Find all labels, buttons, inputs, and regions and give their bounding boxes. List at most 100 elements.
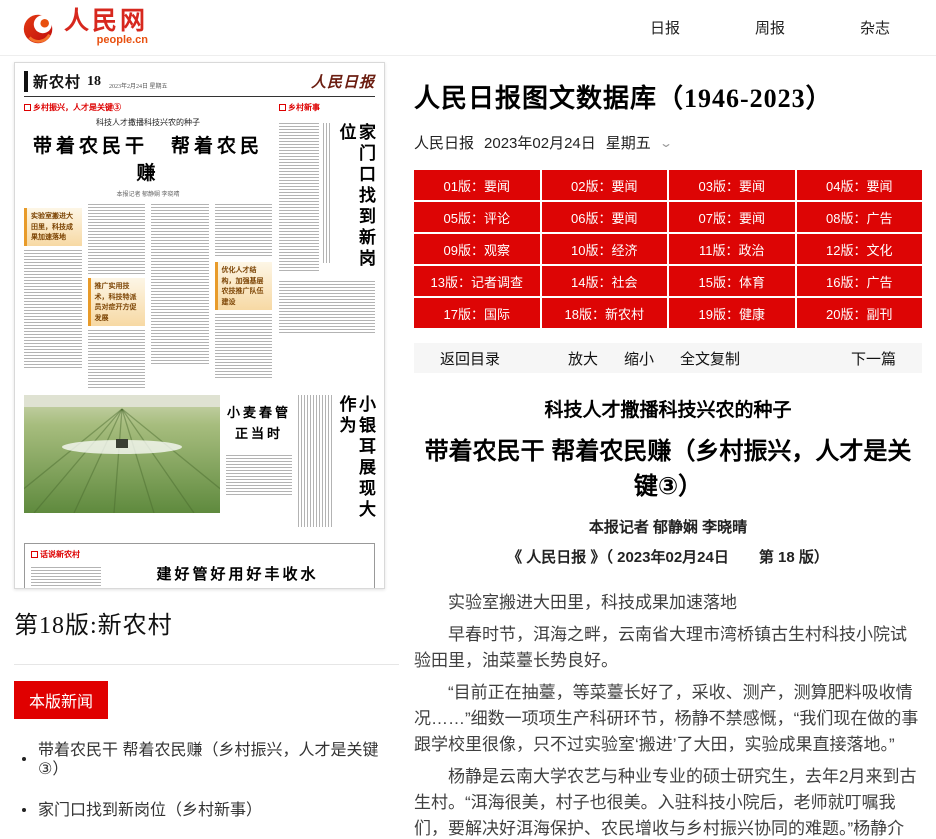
left-column: 新农村 18 2023年2月24日 星期五 人民日报 乡村振兴，人才是关键③ 科… bbox=[14, 56, 414, 839]
paper-section-block: 新农村 18 bbox=[24, 71, 101, 92]
paper-box-label-text: 话说新农村 bbox=[40, 549, 80, 560]
page-cell-label: 05版：评论 bbox=[444, 208, 510, 227]
page-cell[interactable]: 10版：经济 bbox=[542, 234, 668, 264]
page-cell-label: 19版：健康 bbox=[699, 304, 765, 323]
back-to-index-button[interactable]: 返回目录 bbox=[440, 348, 500, 369]
newspaper-page-thumbnail[interactable]: 新农村 18 2023年2月24日 星期五 人民日报 乡村振兴，人才是关键③ 科… bbox=[14, 62, 385, 589]
bullet-icon bbox=[22, 757, 26, 761]
paper-overline: 科技人才撒播科技兴农的种子 bbox=[24, 117, 272, 128]
paper-column: 推广实用技术，科技特派员对症开方促发展 bbox=[88, 204, 146, 388]
page-cell[interactable]: 19版：健康 bbox=[669, 298, 795, 328]
paper-box-headline: 建好管好用好丰收水 bbox=[107, 563, 368, 584]
next-article-button[interactable]: 下一篇 bbox=[851, 348, 896, 369]
page-cell[interactable]: 06版：要闻 bbox=[542, 202, 668, 232]
simulated-text bbox=[151, 204, 209, 364]
page-cell-label: 16版：广告 bbox=[826, 272, 892, 291]
page-cell-label: 10版：经济 bbox=[571, 240, 637, 259]
page-cell-label: 15版：体育 bbox=[699, 272, 765, 291]
paper-masthead-row: 新农村 18 2023年2月24日 星期五 人民日报 bbox=[24, 71, 375, 92]
kicker-icon bbox=[279, 104, 286, 111]
paper-mid-article: 小麦春管 正当时 bbox=[226, 395, 292, 535]
article-paragraph: 早春时节，洱海之畔，云南省大理市湾桥镇古生村科技小院试验田里，油菜薹长势良好。 bbox=[414, 622, 922, 674]
issue-paper: 人民日报 bbox=[414, 132, 474, 153]
paper-vertical-headline-1: 家门口找到新岗位 bbox=[336, 123, 375, 273]
page-cell[interactable]: 03版：要闻 bbox=[669, 170, 795, 200]
paper-date: 2023年2月24日 星期五 bbox=[109, 81, 168, 92]
section-news-badge: 本版新闻 bbox=[14, 681, 108, 719]
news-link[interactable]: 带着农民干 帮着农民赚（乡村振兴，人才是关键③） bbox=[14, 741, 399, 779]
page-cell[interactable]: 16版：广告 bbox=[797, 266, 923, 296]
main-column: 人民日报图文数据库（1946-2023） 人民日报 2023年02月24日 星期… bbox=[414, 56, 922, 839]
page-cell[interactable]: 17版：国际 bbox=[414, 298, 540, 328]
page-cell[interactable]: 18版：新农村 bbox=[542, 298, 668, 328]
page-cell[interactable]: 14版：社会 bbox=[542, 266, 668, 296]
page-index-grid: 01版：要闻 02版：要闻 03版：要闻 04版：要闻 05版：评论 bbox=[414, 170, 922, 328]
paper-main-article: 乡村振兴，人才是关键③ 科技人才撒播科技兴农的种子 带着农民干 帮着农民赚 本报… bbox=[24, 102, 272, 388]
page-caption: 第18版:新农村 bbox=[14, 605, 399, 640]
page-cell[interactable]: 11版：政治 bbox=[669, 234, 795, 264]
page-cell-label: 08版：广告 bbox=[826, 208, 892, 227]
page-cell[interactable]: 13版：记者调查 bbox=[414, 266, 540, 296]
kicker-icon bbox=[24, 104, 31, 111]
simulated-vertical-text bbox=[323, 123, 332, 263]
article-paragraph: 实验室搬进大田里，科技成果加速落地 bbox=[414, 590, 922, 616]
paper-rule bbox=[24, 96, 375, 97]
divider bbox=[14, 664, 399, 665]
simulated-text bbox=[24, 250, 82, 368]
page-cell-label: 12版：文化 bbox=[826, 240, 892, 259]
page-cell[interactable]: 05版：评论 bbox=[414, 202, 540, 232]
page-cell[interactable]: 09版：观察 bbox=[414, 234, 540, 264]
page-cell[interactable]: 02版：要闻 bbox=[542, 170, 668, 200]
page-cell-label: 18版：新农村 bbox=[565, 304, 644, 323]
nav-daily[interactable]: 日报 bbox=[650, 17, 680, 38]
page-cell[interactable]: 15版：体育 bbox=[669, 266, 795, 296]
simulated-vertical-text bbox=[298, 395, 332, 527]
page-cell[interactable]: 08版：广告 bbox=[797, 202, 923, 232]
paper-column bbox=[151, 204, 209, 388]
news-link[interactable]: 家门口找到新岗位（乡村新事） bbox=[14, 801, 399, 820]
article-overline: 科技人才撒播科技兴农的种子 bbox=[414, 395, 922, 422]
page-cell-label: 20版：副刊 bbox=[826, 304, 892, 323]
issue-weekday: 星期五 bbox=[606, 132, 651, 153]
simulated-text bbox=[226, 455, 292, 495]
chevron-down-icon[interactable]: ⌄ bbox=[659, 136, 673, 150]
article-body: 实验室搬进大田里，科技成果加速落地 早春时节，洱海之畔，云南省大理市湾桥镇古生村… bbox=[414, 590, 922, 839]
paper-column: 优化人才结构，加强基层农技推广队伍建设 bbox=[215, 204, 273, 388]
brand-name: 人民网 bbox=[64, 10, 148, 34]
page-cell[interactable]: 12版：文化 bbox=[797, 234, 923, 264]
page-cell[interactable]: 04版：要闻 bbox=[797, 170, 923, 200]
page-news-list: 带着农民干 帮着农民赚（乡村振兴，人才是关键③） 家门口找到新岗位（乡村新事） … bbox=[14, 741, 399, 839]
simulated-text bbox=[279, 123, 319, 273]
simulated-text bbox=[88, 204, 146, 274]
field-photo bbox=[24, 395, 220, 513]
paper-section-name: 新农村 bbox=[33, 71, 81, 92]
paper-right-article-2: 小银耳展现大作为 bbox=[298, 395, 375, 535]
people-cn-logo[interactable]: 人民网 people.cn bbox=[20, 9, 148, 47]
paper-subhead-3: 优化人才结构，加强基层农技推广队伍建设 bbox=[215, 262, 273, 310]
page-cell-label: 09版：观察 bbox=[444, 240, 510, 259]
issue-date-selector[interactable]: 人民日报 2023年02月24日 星期五 ⌄ bbox=[414, 132, 681, 153]
paper-kicker: 乡村振兴，人才是关键③ bbox=[24, 102, 272, 113]
paper-right-article: 乡村新事 家门口找到新岗位 bbox=[279, 102, 375, 388]
paper-kicker-right-label: 乡村新事 bbox=[288, 102, 320, 113]
paper-photo-headline: 小麦春管 正当时 bbox=[226, 403, 292, 445]
simulated-text bbox=[215, 314, 273, 380]
page-cell-label: 13版：记者调查 bbox=[431, 272, 523, 291]
top-nav: 日报 周报 杂志 bbox=[575, 17, 890, 38]
paper-byline: 本报记者 郁静娴 李晓晴 bbox=[24, 189, 272, 198]
paper-bottom-box: 话说新农村 建好管好用好丰收水 bbox=[24, 543, 375, 589]
article-paragraph: 杨静是云南大学农艺与种业专业的硕士研究生，去年2月来到古生村。“洱海很美，村子也… bbox=[414, 764, 922, 839]
nav-weekly[interactable]: 周报 bbox=[755, 17, 785, 38]
article-paragraph: “目前正在抽薹，等菜薹长好了，采收、测产，测算肥料吸收情况……”细数一项项生产科… bbox=[414, 680, 922, 758]
page-cell[interactable]: 01版：要闻 bbox=[414, 170, 540, 200]
page-cell[interactable]: 07版：要闻 bbox=[669, 202, 795, 232]
zoom-in-button[interactable]: 放大 bbox=[568, 348, 598, 369]
page-cell[interactable]: 20版：副刊 bbox=[797, 298, 923, 328]
simulated-text bbox=[279, 281, 375, 333]
article-toolbar: 返回目录 放大 缩小 全文复制 下一篇 bbox=[414, 343, 922, 373]
issue-date: 2023年02月24日 bbox=[484, 132, 596, 153]
zoom-out-button[interactable]: 缩小 bbox=[624, 348, 654, 369]
nav-magazine[interactable]: 杂志 bbox=[860, 17, 890, 38]
photo-headline-line1: 小麦春管 bbox=[226, 403, 292, 424]
copy-fulltext-button[interactable]: 全文复制 bbox=[680, 348, 740, 369]
